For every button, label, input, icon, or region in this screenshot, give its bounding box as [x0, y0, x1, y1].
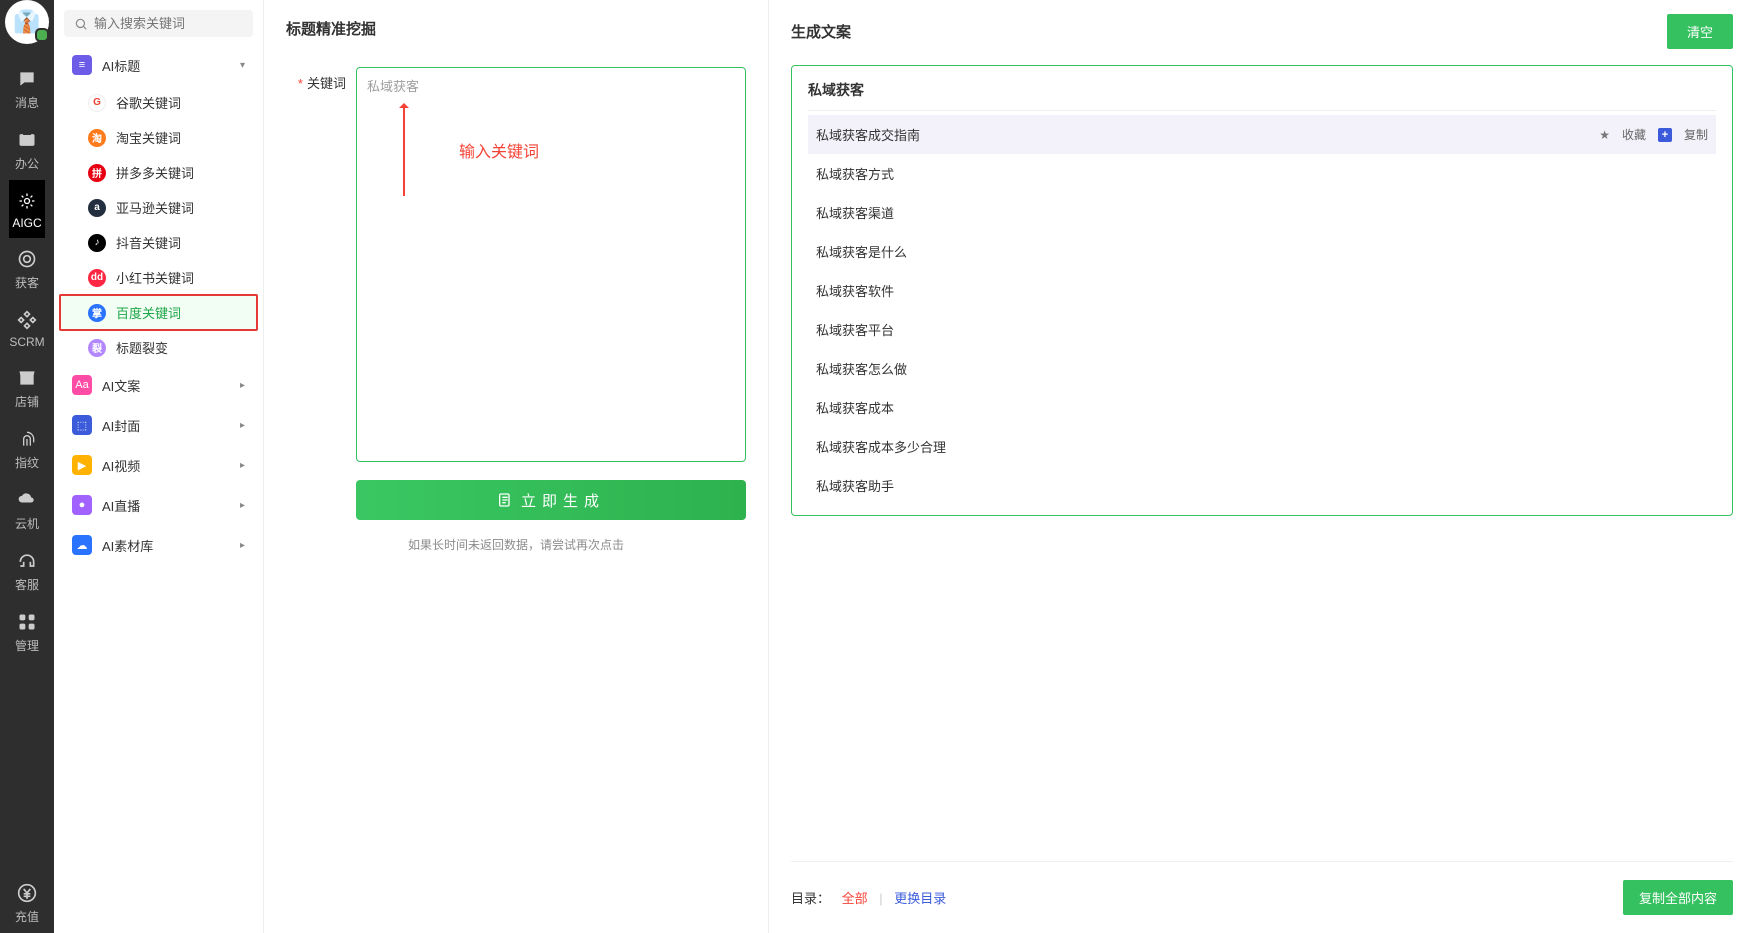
sub-item-2[interactable]: 拼拼多多关键词	[60, 155, 257, 190]
brand-icon: a	[88, 199, 106, 217]
menu-group-4[interactable]: ☁AI素材库▸	[60, 525, 257, 565]
menu-group-0[interactable]: AaAI文案▸	[60, 365, 257, 405]
chat-icon	[16, 68, 38, 90]
keyword-label: *关键词	[286, 67, 346, 92]
shop-icon	[16, 367, 38, 389]
rail-badge[interactable]: 办公	[9, 119, 44, 180]
sub-item-7[interactable]: 裂标题裂变	[60, 330, 257, 365]
swap-link[interactable]: 更换目录	[894, 891, 946, 906]
result-row[interactable]: 私域获客是什么★收藏+复制	[808, 232, 1716, 271]
fingerprint-icon	[16, 428, 38, 450]
page-title: 标题精准挖掘	[286, 18, 746, 39]
rail-grid[interactable]: 管理	[9, 601, 44, 662]
secondary-nav: ≡ AI标题 ▾ G谷歌关键词淘淘宝关键词拼拼多多关键词a亚马逊关键词♪抖音关键…	[54, 0, 264, 933]
search-icon	[74, 17, 88, 31]
grid-icon	[16, 611, 38, 633]
sub-item-5[interactable]: dd小红书关键词	[60, 260, 257, 295]
retry-hint: 如果长时间未返回数据，请尝试再次点击	[286, 536, 746, 553]
sub-item-3[interactable]: a亚马逊关键词	[60, 190, 257, 225]
group-icon: Aa	[72, 375, 92, 395]
bottom-crumb: 目录： 全部 | 更换目录	[791, 888, 946, 907]
group-icon: ●	[72, 495, 92, 515]
brand-icon: 掌	[88, 304, 106, 322]
rail-cloud[interactable]: 云机	[9, 479, 44, 540]
result-row[interactable]: 私域获客成本★收藏+复制	[808, 388, 1716, 427]
rail-chat[interactable]: 消息	[9, 58, 44, 119]
annotation-text: 输入关键词	[459, 138, 539, 162]
chevron-right-icon: ▸	[240, 420, 245, 431]
menu-group-1[interactable]: ⬚AI封面▸	[60, 405, 257, 445]
chevron-right-icon: ▸	[240, 500, 245, 511]
result-row[interactable]: 私域获客成本多少合理★收藏+复制	[808, 427, 1716, 466]
result-row[interactable]: 私域获客成交指南★收藏+复制	[808, 115, 1716, 154]
sub-item-4[interactable]: ♪抖音关键词	[60, 225, 257, 260]
clear-button[interactable]: 清空	[1667, 14, 1733, 49]
card-title: 私域获客	[808, 80, 1716, 111]
result-row[interactable]: 私域获客渠道★收藏+复制	[808, 193, 1716, 232]
doc-icon	[497, 492, 513, 508]
result-title: 生成文案	[791, 21, 851, 42]
menu-group-2[interactable]: ▶AI视频▸	[60, 445, 257, 485]
copy-all-button[interactable]: 复制全部内容	[1623, 880, 1733, 915]
group-icon: ▶	[72, 455, 92, 475]
rail-brain[interactable]: AIGC	[9, 180, 44, 238]
avatar[interactable]: 👔	[5, 0, 49, 44]
result-row[interactable]: 私域获客平台★收藏+复制	[808, 310, 1716, 349]
rail-fingerprint[interactable]: 指纹	[9, 418, 44, 479]
title-icon: ≡	[72, 55, 92, 75]
sub-item-0[interactable]: G谷歌关键词	[60, 85, 257, 120]
plus-icon[interactable]: +	[1658, 128, 1672, 142]
headset-icon	[16, 550, 38, 572]
search-box[interactable]	[64, 10, 253, 37]
brand-icon: ♪	[88, 234, 106, 252]
group-icon: ☁	[72, 535, 92, 555]
cloud-icon	[16, 489, 38, 511]
brand-icon: dd	[88, 269, 106, 287]
rail-recharge[interactable]: 充值	[0, 872, 54, 933]
right-panel: 生成文案 清空 私域获客 私域获客成交指南★收藏+复制私域获客方式★收藏+复制私…	[769, 0, 1755, 933]
group-icon: ⬚	[72, 415, 92, 435]
center-panel: 标题精准挖掘 *关键词 私域获客 输入关键词 立即生成 如果长时间未返回数据，请…	[264, 0, 769, 933]
keyword-input[interactable]: 私域获客 输入关键词	[356, 67, 746, 462]
result-row[interactable]: 私域获客助手★收藏+复制	[808, 466, 1716, 505]
generate-button[interactable]: 立即生成	[356, 480, 746, 520]
result-row[interactable]: 私域获客方式★收藏+复制	[808, 154, 1716, 193]
all-link[interactable]: 全部	[842, 891, 868, 906]
sub-item-6[interactable]: 掌百度关键词	[60, 295, 257, 330]
chevron-down-icon: ▾	[240, 60, 245, 71]
result-row[interactable]: 私域获客怎么做★收藏+复制	[808, 349, 1716, 388]
sub-item-1[interactable]: 淘淘宝关键词	[60, 120, 257, 155]
chevron-right-icon: ▸	[240, 540, 245, 551]
rail-target[interactable]: 获客	[9, 238, 44, 299]
brand-icon: 裂	[88, 339, 106, 357]
rail-shop[interactable]: 店铺	[9, 357, 44, 418]
rail-scrm[interactable]: SCRM	[9, 299, 44, 357]
brand-icon: G	[88, 94, 106, 112]
brand-icon: 淘	[88, 129, 106, 147]
chevron-right-icon: ▸	[240, 380, 245, 391]
menu-group-ai-title[interactable]: ≡ AI标题 ▾	[60, 45, 257, 85]
brain-icon	[16, 190, 38, 212]
scrm-icon	[16, 309, 38, 331]
star-icon[interactable]: ★	[1599, 128, 1610, 142]
badge-icon	[16, 129, 38, 151]
target-icon	[16, 248, 38, 270]
chevron-right-icon: ▸	[240, 460, 245, 471]
brand-icon: 拼	[88, 164, 106, 182]
rail-headset[interactable]: 客服	[9, 540, 44, 601]
nav-rail: 👔 消息办公AIGC获客SCRM店铺指纹云机客服管理 充值	[0, 0, 54, 933]
search-input[interactable]	[94, 16, 243, 31]
result-row[interactable]: 私域获客软件★收藏+复制	[808, 271, 1716, 310]
result-card: 私域获客 私域获客成交指南★收藏+复制私域获客方式★收藏+复制私域获客渠道★收藏…	[791, 65, 1733, 516]
annotation-arrow-icon	[403, 106, 405, 196]
menu-group-3[interactable]: ●AI直播▸	[60, 485, 257, 525]
yen-icon	[16, 882, 38, 904]
